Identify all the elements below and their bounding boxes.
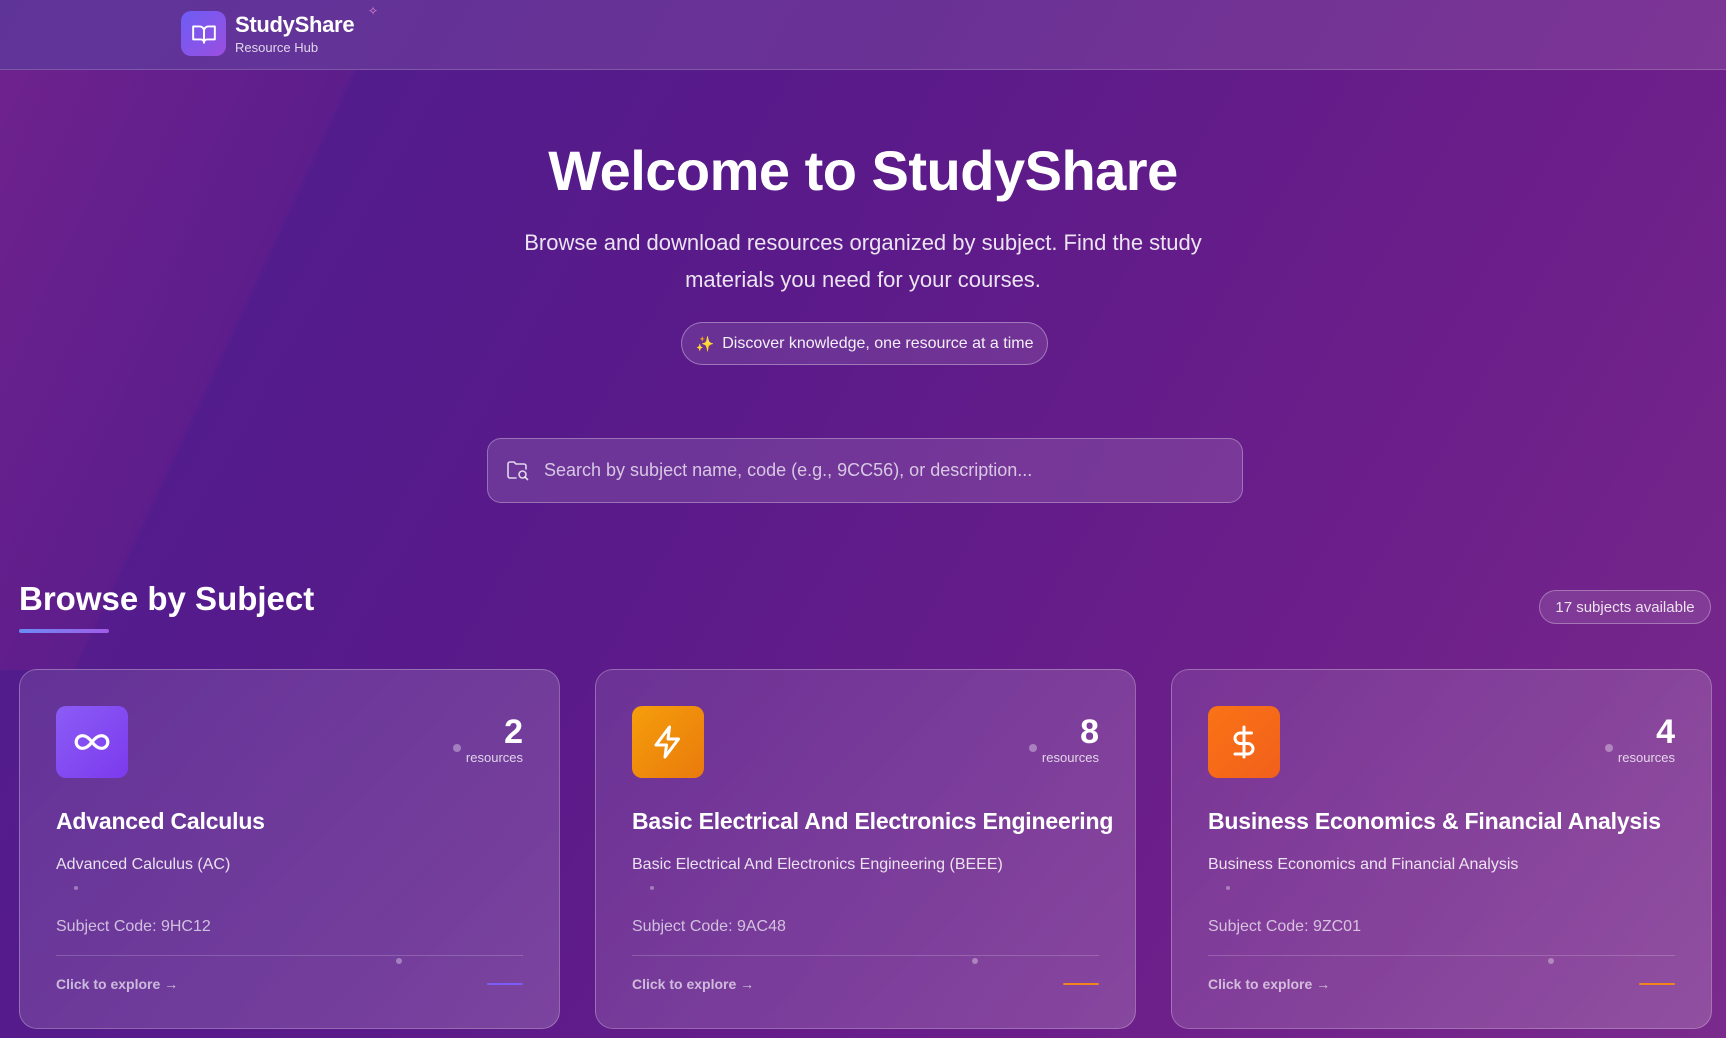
card-title: Advanced Calculus xyxy=(56,808,265,834)
resource-count-number: 2 xyxy=(504,713,523,751)
resource-count-number: 4 xyxy=(1656,713,1675,751)
card-accent-line xyxy=(487,983,523,985)
decorative-dot xyxy=(1226,886,1230,890)
card-divider xyxy=(632,955,1099,956)
decorative-dot xyxy=(1605,744,1613,752)
resource-count: 8 resources xyxy=(1042,714,1099,765)
tagline-pill: ✨ Discover knowledge, one resource at a … xyxy=(681,322,1048,365)
subject-code: Subject Code: 9HC12 xyxy=(56,918,211,935)
decorative-dot xyxy=(74,886,78,890)
sparkle-icon: ✨ xyxy=(695,335,715,353)
subject-card[interactable]: 8 resources Basic Electrical And Electro… xyxy=(595,669,1136,1029)
lightning-icon xyxy=(632,706,704,778)
decorative-dot xyxy=(1548,958,1554,964)
explore-link[interactable]: Click to explore → xyxy=(1208,976,1330,992)
sparkle-decoration-icon: ✧ xyxy=(368,4,379,18)
decorative-dot xyxy=(972,958,978,964)
card-accent-line xyxy=(1063,983,1099,985)
card-accent-line xyxy=(1639,983,1675,985)
subject-code: Subject Code: 9AC48 xyxy=(632,918,786,935)
open-book-icon xyxy=(181,11,226,56)
resource-count-label: resources xyxy=(1041,750,1099,765)
subject-card[interactable]: 4 resources Business Economics & Financi… xyxy=(1171,669,1712,1029)
brand-subtitle: Resource Hub xyxy=(235,39,319,55)
resource-count-label: resources xyxy=(1617,750,1675,765)
resource-count: 4 resources xyxy=(1618,714,1675,765)
search-input[interactable] xyxy=(544,460,1204,481)
hero-subtitle: Browse and download resources organized … xyxy=(524,230,1202,292)
brand[interactable]: StudyShare Resource Hub xyxy=(181,11,355,56)
top-bar: StudyShare Resource Hub ✧ xyxy=(0,0,1726,70)
card-divider xyxy=(56,955,523,956)
card-title: Business Economics & Financial Analysis xyxy=(1208,808,1661,834)
decorative-dot xyxy=(650,886,654,890)
dollar-icon xyxy=(1208,706,1280,778)
card-divider xyxy=(1208,955,1675,956)
decorative-dot xyxy=(396,958,402,964)
hero-title: Welcome to StudyShare xyxy=(548,139,1178,202)
card-description: Advanced Calculus (AC) xyxy=(56,856,231,873)
subject-card[interactable]: 2 resources Advanced Calculus Advanced C… xyxy=(19,669,560,1029)
subjects-count-badge: 17 subjects available xyxy=(1539,590,1711,624)
folder-search-icon xyxy=(507,460,529,480)
search-bar[interactable] xyxy=(487,438,1243,503)
resource-count-label: resources xyxy=(465,750,523,765)
card-description: Business Economics and Financial Analysi… xyxy=(1208,856,1519,873)
section-title: Browse by Subject xyxy=(19,580,315,617)
explore-link[interactable]: Click to explore → xyxy=(632,976,754,992)
infinity-icon xyxy=(56,706,128,778)
subject-code: Subject Code: 9ZC01 xyxy=(1208,918,1361,935)
decorative-dot xyxy=(453,744,461,752)
decorative-dot xyxy=(1029,744,1037,752)
card-title: Basic Electrical And Electronics Enginee… xyxy=(632,808,1114,834)
brand-name: StudyShare xyxy=(235,11,355,37)
explore-link[interactable]: Click to explore → xyxy=(56,976,178,992)
card-description: Basic Electrical And Electronics Enginee… xyxy=(632,856,1003,873)
resource-count-number: 8 xyxy=(1080,713,1099,751)
section-underline xyxy=(19,629,109,633)
tagline-text: Discover knowledge, one resource at a ti… xyxy=(722,334,1034,352)
resource-count: 2 resources xyxy=(466,714,523,765)
